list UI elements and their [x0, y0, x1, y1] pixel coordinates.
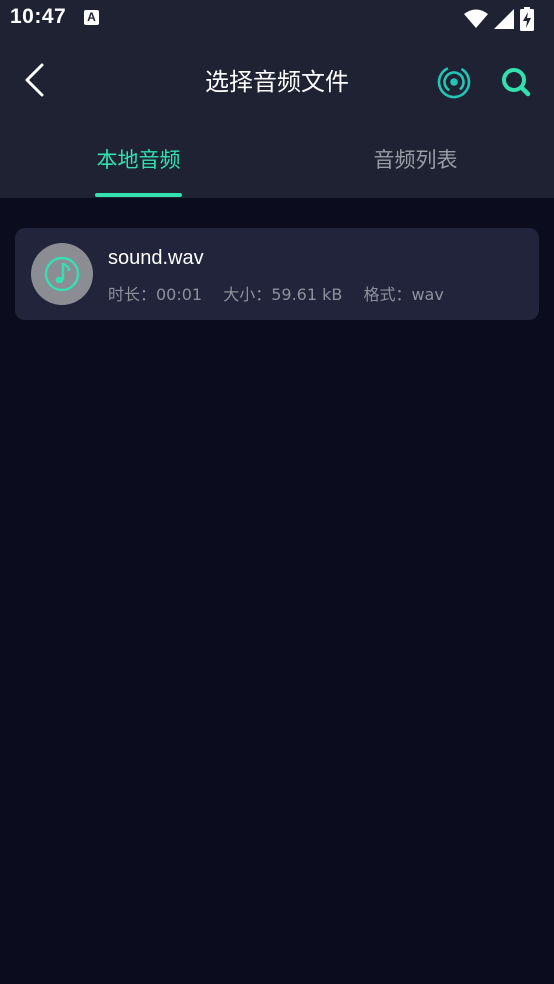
- file-format: 格式：wav: [363, 285, 444, 304]
- status-icons: [464, 7, 544, 31]
- radar-scan-icon: [437, 65, 471, 99]
- battery-icon: [520, 7, 534, 31]
- search-button[interactable]: [496, 62, 536, 102]
- status-time: 10:47: [10, 5, 67, 28]
- radar-button[interactable]: [434, 62, 474, 102]
- app-header: 选择音频文件 本地音频 音频列表: [0, 38, 554, 198]
- signal-icon: [494, 9, 514, 29]
- music-note-icon: [44, 256, 80, 292]
- notification-icon: A: [84, 10, 99, 25]
- file-avatar: [31, 243, 93, 305]
- file-size: 大小：59.61 kB: [223, 285, 343, 304]
- file-list-item[interactable]: sound.wav 时长：00:01 大小：59.61 kB 格式：wav: [15, 228, 539, 320]
- active-tab-indicator: [95, 193, 182, 197]
- file-name: sound.wav: [108, 247, 204, 269]
- status-bar: 10:47 A: [0, 0, 554, 38]
- tab-local-audio[interactable]: 本地音频: [0, 144, 277, 174]
- search-icon: [502, 68, 531, 97]
- file-meta: 时长：00:01 大小：59.61 kB 格式：wav: [108, 281, 460, 305]
- tab-audio-list[interactable]: 音频列表: [277, 144, 554, 174]
- wifi-icon: [464, 9, 488, 28]
- screen: 10:47 A 选择音频文件 本地音频 音频列表 sound.wav 时长：00…: [0, 0, 554, 984]
- file-duration: 时长：00:01: [108, 285, 203, 304]
